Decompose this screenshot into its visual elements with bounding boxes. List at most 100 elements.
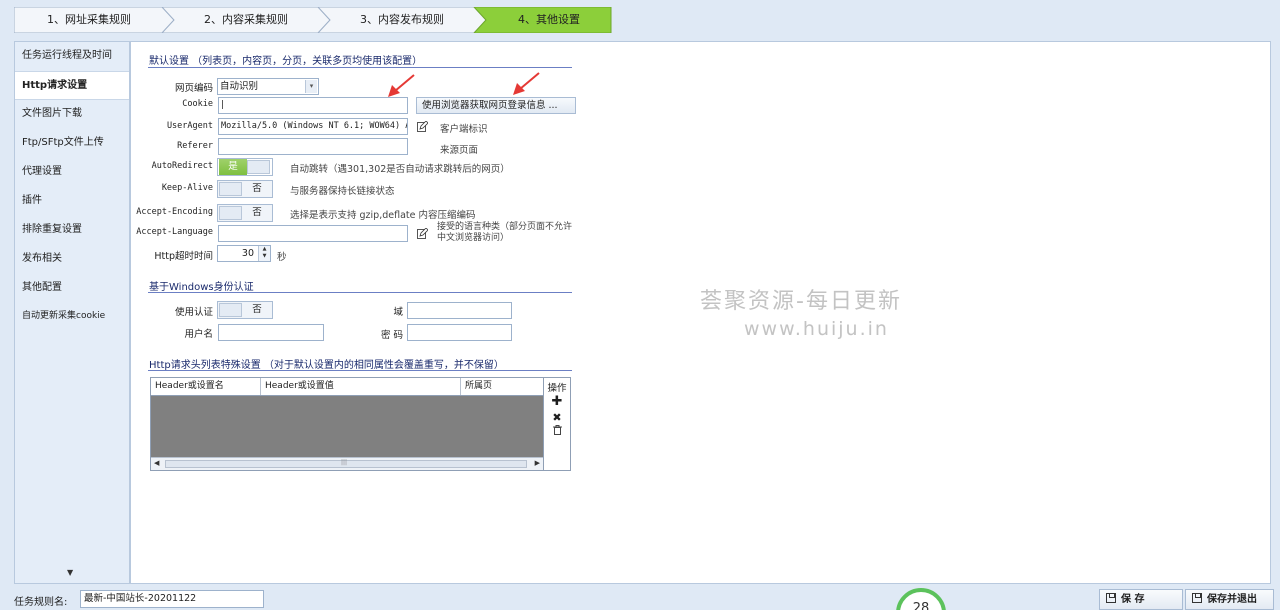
- save-icon: [1106, 593, 1116, 603]
- step-publish-rules[interactable]: 3、内容发布规则: [330, 7, 474, 33]
- trash-icon[interactable]: [544, 425, 570, 440]
- referer-input[interactable]: [218, 138, 408, 155]
- domain-label: 域: [393, 307, 403, 318]
- step-content-rules[interactable]: 2、内容采集规则: [174, 7, 318, 33]
- toggle-knob: [247, 160, 270, 174]
- save-icon: [1192, 593, 1202, 603]
- progress-gauge: 28: [896, 588, 946, 610]
- sidebar-item-ftp[interactable]: Ftp/SFtp文件上传: [15, 129, 129, 158]
- sidebar-item-publish[interactable]: 发布相关: [15, 245, 129, 274]
- header-list-title: Http请求头列表特殊设置 （对于默认设置内的相同属性会覆盖重写，并不保留）: [149, 360, 504, 371]
- scrollbar-grip: |||: [341, 459, 348, 466]
- section-divider: [148, 67, 572, 68]
- cookie-label: Cookie: [182, 99, 213, 109]
- use-auth-toggle[interactable]: 否: [217, 301, 273, 319]
- watermark-title: 荟聚资源-每日更新: [700, 289, 902, 314]
- chevron-down-icon[interactable]: ▼: [67, 568, 73, 577]
- red-arrow-annotation: [513, 72, 540, 95]
- accept-encoding-label: Accept-Encoding: [136, 207, 213, 217]
- grid-header: Header或设置名 Header或设置值 所属页: [151, 378, 543, 396]
- section-divider: [148, 370, 572, 371]
- password-input[interactable]: [407, 324, 512, 341]
- task-name-label: 任务规则名:: [14, 597, 68, 608]
- sidebar-item-http[interactable]: Http请求设置: [15, 71, 129, 100]
- keepalive-toggle[interactable]: 否: [217, 180, 273, 198]
- horizontal-scrollbar[interactable]: ◀ ||| ▶: [151, 457, 543, 470]
- password-label: 密 码: [380, 330, 403, 341]
- cookie-input[interactable]: |: [218, 97, 408, 114]
- accept-encoding-hint: 选择是表示支持 gzip,deflate 内容压缩编码: [290, 210, 476, 221]
- scroll-right-icon[interactable]: ▶: [535, 459, 540, 467]
- add-icon[interactable]: ✚: [544, 395, 570, 409]
- encoding-label: 网页编码: [174, 83, 213, 94]
- browser-login-button[interactable]: 使用浏览器获取网页登录信息 ...: [416, 97, 576, 114]
- referer-hint: 来源页面: [440, 145, 479, 156]
- username-label: 用户名: [184, 329, 213, 340]
- useragent-label: UserAgent: [166, 121, 213, 131]
- toggle-knob: [219, 206, 242, 220]
- step-other-settings-label: 4、其他设置: [518, 13, 580, 26]
- accept-encoding-toggle-value: 否: [252, 207, 262, 218]
- edit-icon[interactable]: [417, 121, 428, 132]
- encoding-select-value: 自动识别: [220, 81, 259, 92]
- sidebar-item-cookie-update[interactable]: 自动更新采集cookie: [15, 303, 129, 332]
- use-auth-toggle-value: 否: [252, 304, 262, 315]
- spinner-arrows-icon[interactable]: ▲ ▼: [258, 246, 270, 261]
- useragent-input[interactable]: Mozilla/5.0 (Windows NT 6.1; WOW64) A: [218, 118, 408, 135]
- default-settings-title: 默认设置 （列表页，内容页，分页，关联多页均使用该配置）: [149, 56, 423, 67]
- step-other-settings[interactable]: 4、其他设置: [486, 7, 612, 33]
- task-name-input[interactable]: 最新-中国站长-20201122: [80, 590, 264, 608]
- sidebar-item-thread-time[interactable]: 任务运行线程及时间: [15, 42, 129, 71]
- grid-column-name[interactable]: Header或设置名: [151, 378, 261, 395]
- sidebar-item-proxy[interactable]: 代理设置: [15, 158, 129, 187]
- accept-language-label: Accept-Language: [136, 227, 213, 237]
- grid-operations: 操作 ✚ ✖: [543, 377, 571, 471]
- save-exit-button[interactable]: 保存并退出: [1185, 589, 1274, 610]
- grid-column-value[interactable]: Header或设置值: [261, 378, 461, 395]
- step-content-rules-label: 2、内容采集规则: [204, 13, 288, 26]
- wizard-steps: 1、网址采集规则 2、内容采集规则 3、内容发布规则 4、其他设置: [14, 7, 612, 33]
- autoredirect-toggle-value: 是: [219, 159, 247, 175]
- referer-label: Referer: [177, 141, 213, 151]
- username-input[interactable]: [218, 324, 324, 341]
- useragent-hint: 客户端标识: [440, 124, 488, 135]
- autoredirect-hint: 自动跳转（遇301,302是否自动请求跳转后的网页）: [290, 164, 510, 175]
- trash-icon-glyph: [552, 425, 562, 435]
- encoding-select[interactable]: 自动识别 ▾: [217, 78, 319, 95]
- accept-language-input[interactable]: [218, 225, 408, 242]
- toggle-knob: [219, 182, 242, 196]
- watermark-url: www.huiju.in: [744, 318, 889, 340]
- step-publish-rules-label: 3、内容发布规则: [360, 13, 444, 26]
- timeout-label: Http超时时间: [154, 251, 213, 262]
- sidebar-item-other[interactable]: 其他配置: [15, 274, 129, 303]
- header-grid[interactable]: Header或设置名 Header或设置值 所属页 ◀ ||| ▶: [150, 377, 544, 471]
- gauge-value: 28: [912, 601, 930, 610]
- sidebar-item-dedupe[interactable]: 排除重复设置: [15, 216, 129, 245]
- autoredirect-toggle[interactable]: 是: [217, 158, 273, 176]
- sidebar-item-plugin[interactable]: 插件: [15, 187, 129, 216]
- keepalive-toggle-value: 否: [252, 183, 262, 194]
- timeout-unit: 秒: [277, 252, 287, 263]
- grid-column-page[interactable]: 所属页: [461, 378, 543, 395]
- save-exit-button-label: 保存并退出: [1207, 594, 1257, 605]
- delete-icon[interactable]: ✖: [544, 411, 570, 425]
- sidebar-item-download[interactable]: 文件图片下载: [15, 100, 129, 129]
- keepalive-hint: 与服务器保持长链接状态: [290, 186, 395, 197]
- keepalive-label: Keep-Alive: [161, 183, 213, 193]
- timeout-spinner[interactable]: 30 ▲ ▼: [217, 245, 271, 262]
- operations-label: 操作: [547, 383, 567, 394]
- dropdown-arrow-icon[interactable]: ▾: [305, 80, 317, 93]
- step-url-rules[interactable]: 1、网址采集规则: [14, 7, 164, 33]
- save-button[interactable]: 保 存: [1099, 589, 1183, 610]
- accept-language-hint: 接受的语言种类（部分页面不允许中文浏览器访问）: [437, 222, 573, 243]
- domain-input[interactable]: [407, 302, 512, 319]
- section-divider: [148, 292, 572, 293]
- scroll-left-icon[interactable]: ◀: [154, 459, 159, 467]
- timeout-value: 30: [241, 248, 254, 259]
- edit-icon[interactable]: [417, 228, 428, 239]
- save-button-label: 保 存: [1121, 594, 1145, 605]
- accept-encoding-toggle[interactable]: 否: [217, 204, 273, 222]
- use-auth-label: 使用认证: [174, 307, 213, 318]
- autoredirect-label: AutoRedirect: [151, 161, 213, 171]
- toggle-knob: [219, 303, 242, 317]
